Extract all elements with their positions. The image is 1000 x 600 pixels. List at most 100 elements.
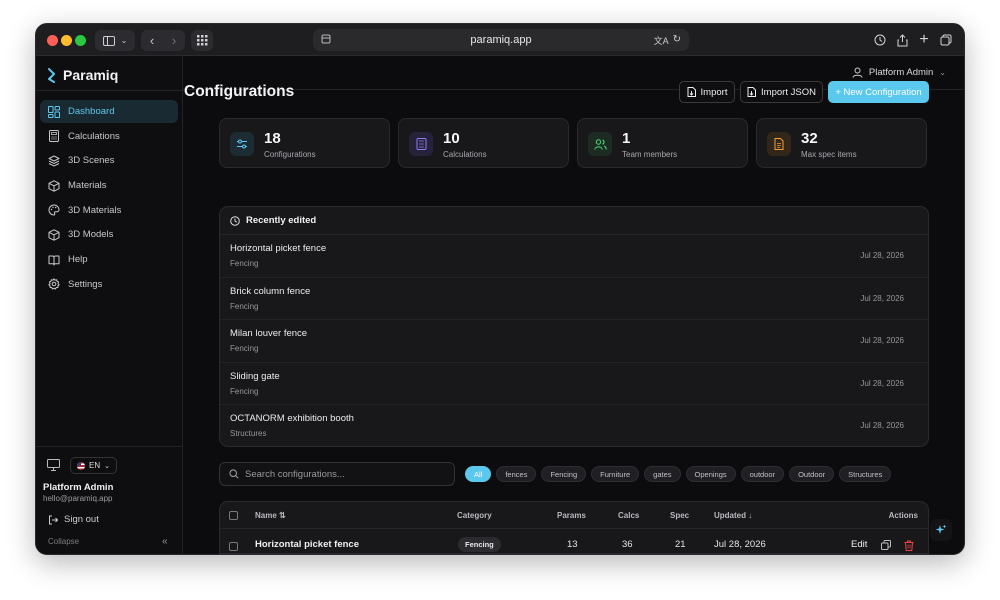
filter-chip-all[interactable]: All (465, 466, 492, 482)
filter-chip-outdoor[interactable]: Outdoor (789, 466, 835, 482)
recent-item-date: Jul 28, 2026 (860, 378, 904, 388)
recent-item-category: Fencing (230, 301, 259, 311)
recent-item-category: Fencing (230, 386, 259, 396)
filter-chip-openings[interactable]: Openings (685, 466, 736, 482)
column-header-calcs: Calcs (618, 511, 640, 520)
recent-item-name: Horizontal picket fence (230, 243, 327, 254)
monitor-icon[interactable] (47, 458, 61, 472)
sidebar-item-3d-models[interactable]: 3D Models (40, 223, 178, 246)
filter-chip-structures[interactable]: Structures (839, 466, 892, 482)
clock-icon (230, 215, 240, 226)
recent-item[interactable]: OCTANORM exhibition booth Structures Jul… (220, 405, 928, 446)
import-json-label: Import JSON (761, 86, 816, 98)
recent-item[interactable]: Horizontal picket fence Fencing Jul 28, … (220, 235, 928, 278)
search-icon (229, 469, 239, 479)
divider (36, 446, 183, 447)
user-menu-label: Platform Admin (868, 67, 934, 78)
sidebar-item-label: Settings (68, 278, 103, 290)
share-icon[interactable] (894, 32, 910, 48)
import-json-button[interactable]: Import JSON (740, 81, 823, 103)
sidebar-item-materials[interactable]: Materials (40, 174, 178, 197)
tab-overview-button[interactable] (191, 30, 213, 51)
stat-value: 32 (801, 130, 818, 147)
row-edit-button[interactable]: Edit (851, 539, 867, 550)
recent-item-name: Brick column fence (230, 285, 311, 297)
sparkles-button[interactable] (930, 519, 952, 541)
new-tab-icon[interactable]: + (916, 31, 932, 48)
tabs-icon[interactable] (938, 32, 954, 48)
file-text-icon (767, 132, 791, 156)
filter-chip-gates[interactable]: gates (644, 466, 681, 482)
chevrons-left-icon[interactable]: « (162, 536, 168, 547)
select-all-checkbox[interactable] (229, 511, 238, 520)
sidebar-toggle-button[interactable]: ⌄ (95, 30, 135, 51)
file-import-icon (687, 87, 696, 97)
reload-icon[interactable]: ↻ (673, 34, 681, 47)
stat-value: 10 (443, 130, 460, 147)
zoom-window-button[interactable] (75, 35, 86, 46)
sidebar-item-3d-materials[interactable]: 3D Materials (40, 199, 178, 222)
close-window-button[interactable] (47, 35, 58, 46)
row-name[interactable]: Horizontal picket fence (255, 539, 359, 550)
column-header-updated[interactable]: Updated ↓ (714, 511, 752, 520)
recently-edited-panel: Recently edited Horizontal picket fence … (219, 206, 929, 447)
recent-item[interactable]: Milan louver fence Fencing Jul 28, 2026 (220, 320, 928, 363)
filter-chip-fencing[interactable]: Fencing (541, 466, 587, 482)
stat-card-max-spec-items: 32 Max spec items (756, 118, 927, 168)
search-box (219, 462, 455, 486)
forward-icon[interactable]: › (172, 33, 176, 48)
sidebar-item-calculations[interactable]: Calculations (40, 125, 178, 148)
sidebar-item-label: 3D Materials (68, 204, 122, 216)
column-header-name[interactable]: Name ⇅ (255, 511, 286, 520)
language-select[interactable]: EN ⌄ (70, 457, 117, 474)
sidebar-item-dashboard[interactable]: Dashboard (40, 100, 178, 123)
column-header-category: Category (457, 511, 492, 520)
page-menu-icon[interactable] (321, 34, 331, 47)
sidebar-item-help[interactable]: Help (40, 248, 178, 271)
translate-icon[interactable]: 文A (654, 34, 669, 47)
sidebar-nav: Dashboard Calculations 3D Scenes Materia… (40, 100, 178, 298)
trash-icon[interactable] (904, 540, 914, 553)
stat-card-calculations: 10 Calculations (398, 118, 569, 168)
filter-chip-outdoor-lower[interactable]: outdoor (740, 466, 785, 482)
recently-edited-title: Recently edited (246, 215, 317, 226)
copy-icon[interactable] (881, 540, 891, 553)
sidebar-item-settings[interactable]: Settings (40, 273, 178, 296)
collapse-button[interactable]: Collapse (48, 537, 79, 546)
recent-item[interactable]: Brick column fence Fencing Jul 28, 2026 (220, 278, 928, 320)
calculator-icon (49, 130, 59, 143)
row-spec: 21 (675, 539, 686, 550)
recent-item-category: Fencing (230, 344, 259, 353)
row-category-badge: Fencing (458, 537, 501, 552)
filter-chip-fences[interactable]: fences (496, 466, 537, 482)
recent-item[interactable]: Sliding gate Fencing Jul 28, 2026 (220, 363, 928, 405)
new-configuration-button[interactable]: + New Configuration (828, 81, 929, 103)
file-json-icon (747, 87, 757, 97)
user-menu[interactable]: Platform Admin ⌄ (852, 67, 946, 78)
nav-buttons: ‹ › (141, 30, 185, 51)
back-icon[interactable]: ‹ (150, 33, 154, 48)
recent-item-category: Fencing (230, 259, 259, 268)
address-bar[interactable]: paramiq.app 文A ↻ (313, 29, 689, 51)
import-button[interactable]: Import (679, 81, 735, 103)
stat-value: 18 (264, 130, 281, 147)
recent-item-date: Jul 28, 2026 (860, 421, 904, 430)
search-input[interactable] (245, 468, 435, 480)
cube-icon (48, 229, 60, 241)
grid-icon (196, 35, 207, 46)
user-name: Platform Admin (43, 482, 114, 493)
sidebar-item-label: Materials (68, 180, 107, 192)
stat-card-team-members: 1 Team members (577, 118, 748, 168)
book-icon (48, 255, 60, 266)
recently-edited-header: Recently edited (220, 207, 928, 235)
user-icon (852, 67, 863, 78)
brand-logo[interactable]: Paramiq (47, 65, 118, 85)
sidebar-item-3d-scenes[interactable]: 3D Scenes (40, 149, 178, 172)
history-icon[interactable] (872, 32, 888, 48)
minimize-window-button[interactable] (61, 35, 72, 46)
recent-item-name: Milan louver fence (230, 328, 308, 339)
sign-out-button[interactable]: Sign out (48, 514, 99, 525)
sidebar-item-label: 3D Models (68, 229, 114, 241)
filter-chip-furniture[interactable]: Furniture (591, 466, 640, 482)
row-checkbox[interactable] (229, 542, 238, 551)
